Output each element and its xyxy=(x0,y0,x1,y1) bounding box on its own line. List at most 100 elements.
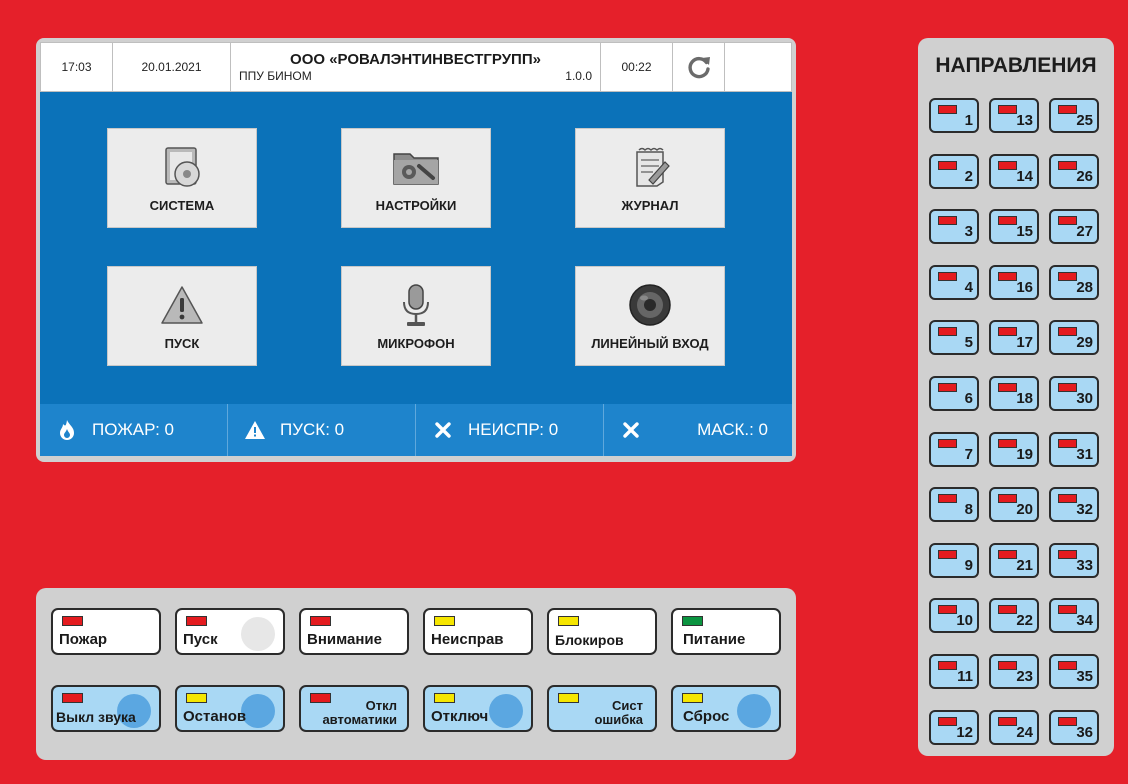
direction-button[interactable]: 3 xyxy=(929,209,979,244)
direction-led xyxy=(998,161,1017,170)
status-led xyxy=(62,616,83,626)
tile-journal[interactable]: ЖУРНАЛ xyxy=(575,128,725,228)
direction-number: 19 xyxy=(1016,446,1033,463)
direction-led xyxy=(1058,717,1077,726)
mute-sound-button[interactable]: Выкл звука xyxy=(51,685,161,732)
direction-number: 16 xyxy=(1016,279,1033,296)
direction-led xyxy=(1058,494,1077,503)
direction-button[interactable]: 36 xyxy=(1049,710,1099,745)
button-knob xyxy=(241,617,275,651)
direction-led xyxy=(1058,272,1077,281)
status-faults: НЕИСПР: 0 xyxy=(416,404,604,456)
launch-indicator-button[interactable]: Пуск xyxy=(175,608,285,655)
direction-button[interactable]: 14 xyxy=(989,154,1039,189)
reset-button[interactable]: Сброс xyxy=(671,685,781,732)
direction-led xyxy=(938,272,957,281)
tile-microphone[interactable]: МИКРОФОН xyxy=(341,266,491,366)
direction-led xyxy=(998,105,1017,114)
direction-button[interactable]: 1 xyxy=(929,98,979,133)
tile-line-in[interactable]: ЛИНЕЙНЫЙ ВХОД xyxy=(575,266,725,366)
direction-button[interactable]: 35 xyxy=(1049,654,1099,689)
attention-indicator-button[interactable]: Внимание xyxy=(299,608,409,655)
blocked-indicator-button[interactable]: Блокиров xyxy=(547,608,657,655)
direction-button[interactable]: 8 xyxy=(929,487,979,522)
status-led xyxy=(682,616,703,626)
disable-automation-button[interactable]: Откл автоматики xyxy=(299,685,409,732)
button-label: Сист ошибка xyxy=(594,699,643,727)
disconnect-button[interactable]: Отключ xyxy=(423,685,533,732)
direction-button[interactable]: 16 xyxy=(989,265,1039,300)
direction-button[interactable]: 24 xyxy=(989,710,1039,745)
direction-button[interactable]: 32 xyxy=(1049,487,1099,522)
direction-button[interactable]: 4 xyxy=(929,265,979,300)
fire-indicator-button[interactable]: Пожар xyxy=(51,608,161,655)
direction-button[interactable]: 11 xyxy=(929,654,979,689)
direction-led xyxy=(998,439,1017,448)
tile-settings[interactable]: НАСТРОЙКИ xyxy=(341,128,491,228)
direction-button[interactable]: 5 xyxy=(929,320,979,355)
direction-led xyxy=(938,494,957,503)
refresh-button[interactable] xyxy=(673,43,725,91)
direction-button[interactable]: 34 xyxy=(1049,598,1099,633)
direction-button[interactable]: 23 xyxy=(989,654,1039,689)
elapsed-timer: 00:22 xyxy=(601,43,673,91)
button-label-line1: Сист xyxy=(612,698,643,713)
top-bar: 17:03 20.01.2021 ООО «РОВАЛЭНТИНВЕСТГРУП… xyxy=(40,42,792,92)
direction-button[interactable]: 28 xyxy=(1049,265,1099,300)
direction-button[interactable]: 27 xyxy=(1049,209,1099,244)
fire-icon xyxy=(60,420,74,440)
direction-number: 14 xyxy=(1016,168,1033,185)
device-info: ППУ БИНОМ 1.0.0 xyxy=(239,69,592,83)
direction-button[interactable]: 19 xyxy=(989,432,1039,467)
direction-button[interactable]: 21 xyxy=(989,543,1039,578)
fault-indicator-button[interactable]: Неисправ xyxy=(423,608,533,655)
firmware-version: 1.0.0 xyxy=(565,69,592,83)
direction-button[interactable]: 7 xyxy=(929,432,979,467)
tile-label: ЖУРНАЛ xyxy=(621,197,679,213)
direction-number: 21 xyxy=(1016,557,1033,574)
direction-number: 6 xyxy=(964,390,973,407)
button-label: Блокиров xyxy=(555,632,624,648)
direction-number: 1 xyxy=(964,112,973,129)
direction-number: 9 xyxy=(964,557,973,574)
status-label: НЕИСПР: 0 xyxy=(468,420,559,439)
direction-led xyxy=(938,550,957,559)
direction-button[interactable]: 2 xyxy=(929,154,979,189)
stop-button[interactable]: Останов xyxy=(175,685,285,732)
button-label: Пуск xyxy=(183,631,218,648)
direction-button[interactable]: 13 xyxy=(989,98,1039,133)
direction-button[interactable]: 22 xyxy=(989,598,1039,633)
direction-button[interactable]: 30 xyxy=(1049,376,1099,411)
direction-button[interactable]: 6 xyxy=(929,376,979,411)
direction-button[interactable]: 25 xyxy=(1049,98,1099,133)
tile-system[interactable]: СИСТЕМА xyxy=(107,128,257,228)
tile-label: ПУСК xyxy=(164,335,200,351)
direction-button[interactable]: 31 xyxy=(1049,432,1099,467)
system-error-button[interactable]: Сист ошибка xyxy=(547,685,657,732)
direction-button[interactable]: 29 xyxy=(1049,320,1099,355)
direction-led xyxy=(1058,383,1077,392)
direction-button[interactable]: 20 xyxy=(989,487,1039,522)
tile-launch[interactable]: ПУСК xyxy=(107,266,257,366)
direction-button[interactable]: 10 xyxy=(929,598,979,633)
power-indicator-button[interactable]: Питание xyxy=(671,608,781,655)
system-icon xyxy=(165,146,200,187)
direction-button[interactable]: 12 xyxy=(929,710,979,745)
tile-label: СИСТЕМА xyxy=(149,197,215,213)
direction-button[interactable]: 26 xyxy=(1049,154,1099,189)
direction-button[interactable]: 18 xyxy=(989,376,1039,411)
direction-number: 28 xyxy=(1076,279,1093,296)
direction-led xyxy=(938,327,957,336)
direction-led xyxy=(998,717,1017,726)
direction-led xyxy=(998,327,1017,336)
direction-button[interactable]: 17 xyxy=(989,320,1039,355)
direction-button[interactable]: 15 xyxy=(989,209,1039,244)
direction-number: 2 xyxy=(964,168,973,185)
button-label: Отключ xyxy=(431,708,489,725)
direction-number: 13 xyxy=(1016,112,1033,129)
status-led xyxy=(186,616,207,626)
status-led xyxy=(186,693,207,703)
direction-button[interactable]: 9 xyxy=(929,543,979,578)
button-label: Сброс xyxy=(683,708,730,725)
direction-button[interactable]: 33 xyxy=(1049,543,1099,578)
